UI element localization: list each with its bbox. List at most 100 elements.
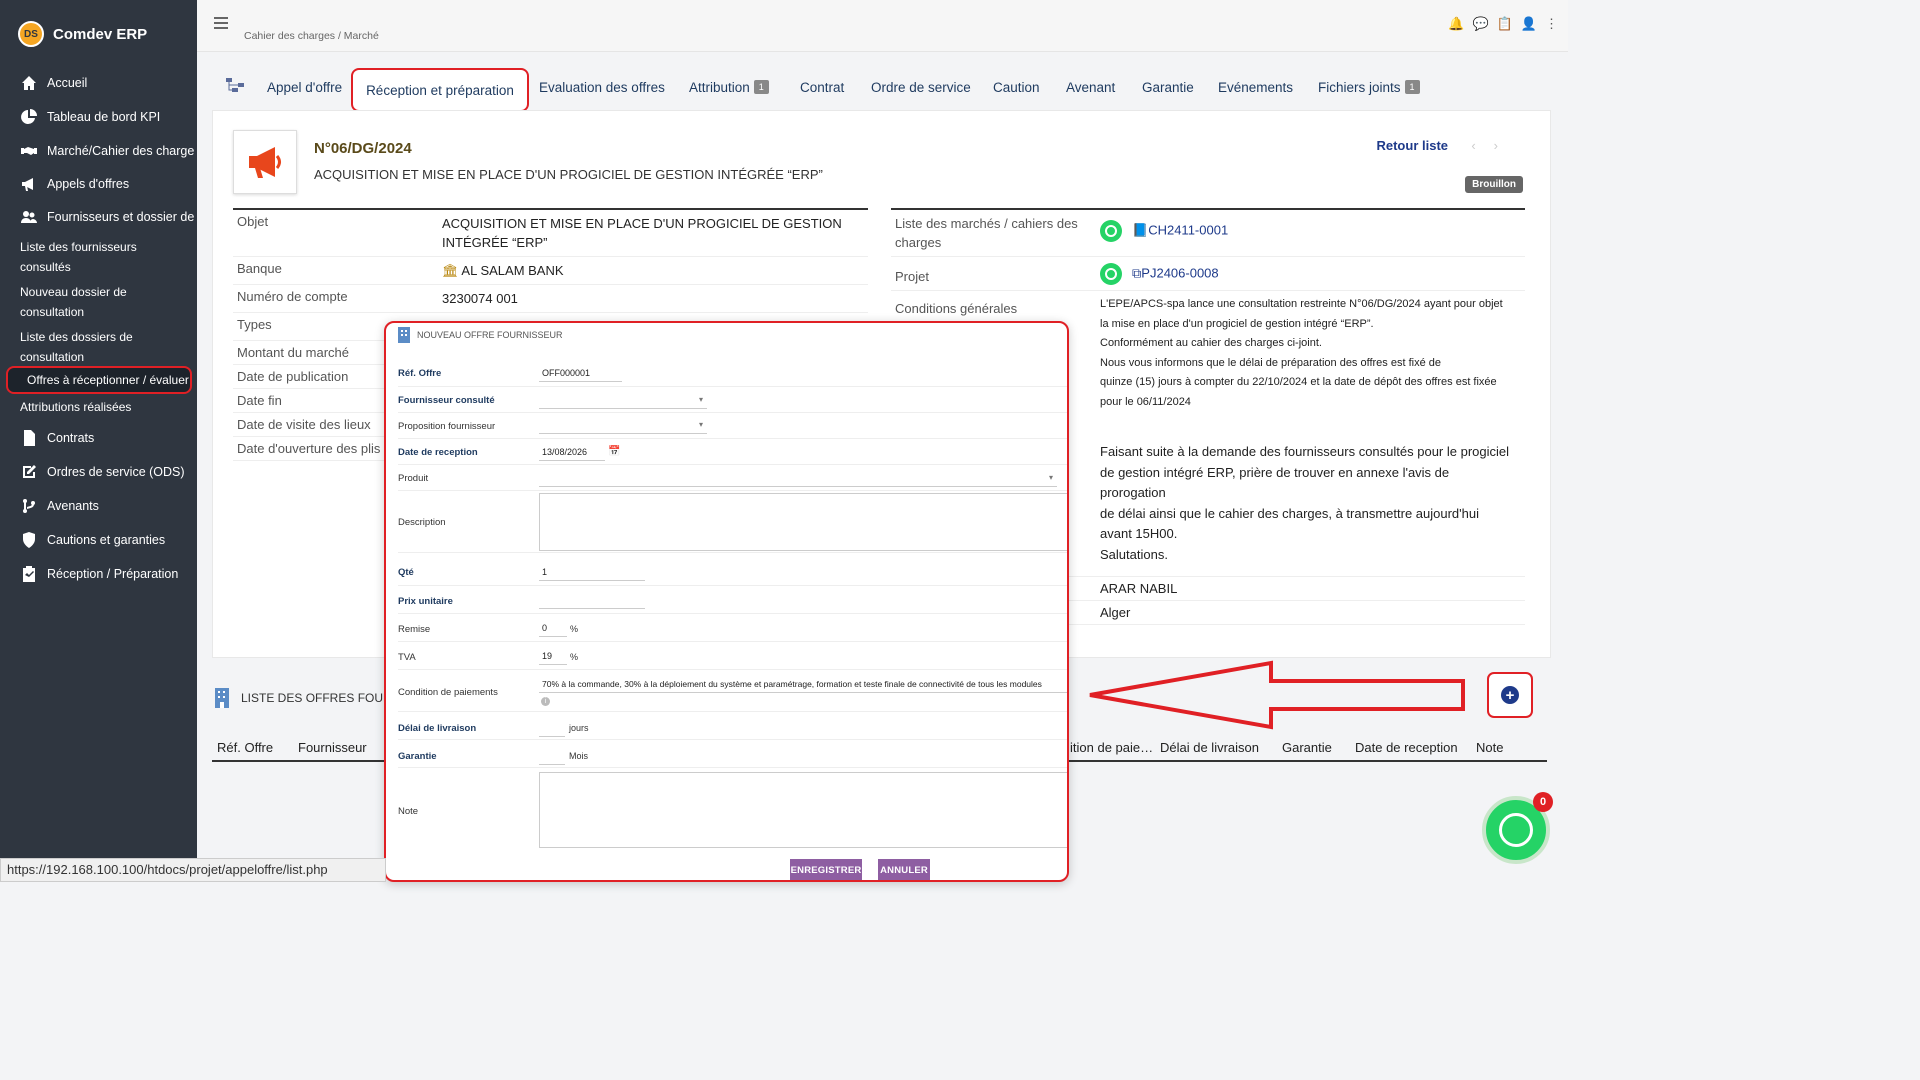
header-icons: 🔔 💬 📋 👤 ⋮: [1448, 16, 1558, 32]
col-garantie[interactable]: Garantie: [1282, 740, 1332, 755]
tab-avenant[interactable]: Avenant: [1066, 80, 1115, 95]
condition-paiement-input[interactable]: 70% à la commande, 30% à la déploiement …: [539, 675, 1067, 693]
hamburger-menu-icon[interactable]: [214, 17, 228, 29]
tab-ordre-service[interactable]: Ordre de service: [871, 80, 971, 95]
sidebar-item-contrats[interactable]: Contrats: [0, 427, 197, 449]
chat-icon[interactable]: 💬: [1472, 16, 1488, 32]
tab-caution[interactable]: Caution: [993, 80, 1040, 95]
more-vertical-icon[interactable]: ⋮: [1545, 16, 1558, 32]
annotation-arrow: [1089, 660, 1465, 730]
form-row-produit: Produit: [398, 465, 1067, 491]
clipboard-icon[interactable]: 📋: [1497, 16, 1513, 32]
table-row: Objet ACQUISITION ET MISE EN PLACE D'UN P…: [233, 210, 868, 257]
description-textarea[interactable]: [539, 493, 1067, 551]
proposition-select[interactable]: [539, 416, 707, 434]
sidebar-item-avenants[interactable]: Avenants: [0, 495, 197, 517]
sidebar-item-marche[interactable]: Marché/Cahier des charge: [0, 140, 197, 162]
breadcrumb[interactable]: Cahier des charges / Marché: [244, 30, 379, 42]
produit-select[interactable]: [539, 469, 1057, 487]
table-row: Numéro de compte 3230074 001: [233, 285, 868, 313]
status-badge: Brouillon: [1465, 176, 1523, 193]
chevron-left-icon: ‹: [1471, 138, 1494, 153]
sidebar-item-cautions[interactable]: Cautions et garanties: [0, 529, 197, 551]
add-offer-button[interactable]: +: [1487, 672, 1533, 718]
notification-icon[interactable]: 🔔: [1448, 16, 1464, 32]
form-row-tva: TVA 19 %: [398, 642, 1067, 670]
record-title: ACQUISITION ET MISE EN PLACE D'UN PROGIC…: [314, 167, 823, 182]
cancel-button[interactable]: ANNULER: [878, 859, 930, 880]
sidebar-subitem-offres[interactable]: Offres à réceptionner / évaluer: [6, 366, 192, 394]
sidebar-item-appels[interactable]: Appels d'offres: [0, 173, 197, 195]
tab-garantie[interactable]: Garantie: [1142, 80, 1194, 95]
user-avatar-icon[interactable]: 👤: [1521, 16, 1537, 32]
fournisseur-select[interactable]: [539, 391, 707, 409]
tab-appel-offre[interactable]: Appel d'offre: [267, 80, 342, 95]
plus-circle-icon: +: [1501, 686, 1519, 704]
col-condition-paiement[interactable]: ition de paie…: [1070, 740, 1153, 755]
sidebar-subitem-liste-dossiers[interactable]: Liste des dossiers de consultation: [20, 327, 190, 367]
form-row-remise: Remise 0 %: [398, 614, 1067, 642]
whatsapp-icon[interactable]: [1100, 263, 1122, 285]
document-icon: [20, 430, 38, 446]
sidebar-item-reception[interactable]: Réception / Préparation: [0, 563, 197, 585]
branch-icon: [20, 498, 38, 514]
app-title: Comdev ERP: [53, 25, 148, 43]
col-delai-livraison[interactable]: Délai de livraison: [1160, 740, 1259, 755]
bank-icon: 🏛: [442, 263, 459, 278]
form-row-qte: Qté 1: [398, 558, 1067, 586]
date-reception-input[interactable]: 13/08/2026: [539, 443, 605, 461]
sidebar-subitem-liste-fournisseurs[interactable]: Liste des fournisseurs consultés: [20, 237, 190, 277]
sitemap-icon[interactable]: [226, 78, 244, 95]
table-row: Liste des marchés / cahiers des charges …: [891, 210, 1525, 257]
sidebar-subitem-attributions[interactable]: Attributions réalisées: [20, 397, 190, 417]
shield-icon: [20, 532, 38, 548]
megaphone-icon: [20, 176, 38, 192]
table-row: Projet ⧉PJ2406-0008: [891, 257, 1525, 291]
sidebar: DS Comdev ERP Accueil Tableau de bord KP…: [0, 0, 197, 882]
form-row-prix: Prix unitaire: [398, 586, 1067, 614]
save-button[interactable]: ENREGISTRER: [790, 859, 862, 880]
tab-reception-preparation[interactable]: Réception et préparation: [351, 68, 529, 112]
garantie-input[interactable]: [539, 747, 565, 765]
prev-next-arrows[interactable]: ‹›: [1471, 138, 1516, 153]
whatsapp-icon[interactable]: [1100, 220, 1122, 242]
book-icon: 📘: [1132, 222, 1149, 238]
sidebar-item-accueil[interactable]: Accueil: [0, 72, 197, 94]
sidebar-subitem-nouveau-dossier[interactable]: Nouveau dossier de consultation: [20, 282, 190, 322]
col-note[interactable]: Note: [1476, 740, 1503, 755]
col-fournisseur[interactable]: Fournisseur: [298, 740, 367, 755]
tab-contrat[interactable]: Contrat: [800, 80, 844, 95]
qte-input[interactable]: 1: [539, 563, 645, 581]
col-ref-offre[interactable]: Réf. Offre: [217, 740, 273, 755]
calendar-icon[interactable]: 📅: [608, 446, 620, 457]
note-textarea[interactable]: [539, 772, 1067, 848]
delai-livraison-input[interactable]: [539, 719, 565, 737]
sidebar-item-kpi[interactable]: Tableau de bord KPI: [0, 106, 197, 128]
remise-input[interactable]: 0: [539, 619, 567, 637]
sitemap-icon: ⧉: [1132, 265, 1142, 281]
home-icon: [20, 75, 38, 91]
marche-link[interactable]: CH2411-0001: [1148, 222, 1228, 237]
whatsapp-icon: [1499, 813, 1533, 847]
col-date-reception[interactable]: Date de reception: [1355, 740, 1458, 755]
form-row-condition: Condition de paiements 70% à la commande…: [398, 670, 1067, 712]
table-row: Banque 🏛 AL SALAM BANK: [233, 257, 868, 285]
sidebar-item-ods[interactable]: Ordres de service (ODS): [0, 461, 197, 483]
status-bar-url: https://192.168.100.100/htdocs/projet/ap…: [0, 858, 386, 882]
back-to-list-link[interactable]: Retour liste: [1376, 138, 1448, 153]
prix-unitaire-input[interactable]: [539, 591, 645, 609]
brand[interactable]: DS Comdev ERP: [18, 20, 147, 48]
tab-evenements[interactable]: Evénements: [1218, 80, 1293, 95]
ref-offre-input[interactable]: OFF000001: [539, 364, 622, 382]
tab-evaluation[interactable]: Evaluation des offres: [539, 80, 665, 95]
conditions-text-2: Faisant suite à la demande des fournisse…: [1100, 444, 1510, 562]
form-row-description: Description: [398, 491, 1067, 553]
sidebar-item-fournisseurs[interactable]: Fournisseurs et dossier de: [0, 206, 197, 228]
tab-bar: Appel d'offre Réception et préparation E…: [212, 68, 1552, 112]
chevron-right-icon: ›: [1493, 138, 1516, 153]
tva-input[interactable]: 19: [539, 647, 567, 665]
info-icon[interactable]: i: [541, 697, 550, 706]
projet-link[interactable]: PJ2406-0008: [1141, 265, 1218, 280]
tab-fichiers-joints[interactable]: Fichiers joints 1: [1318, 80, 1420, 95]
tab-attribution[interactable]: Attribution 1: [689, 80, 769, 95]
